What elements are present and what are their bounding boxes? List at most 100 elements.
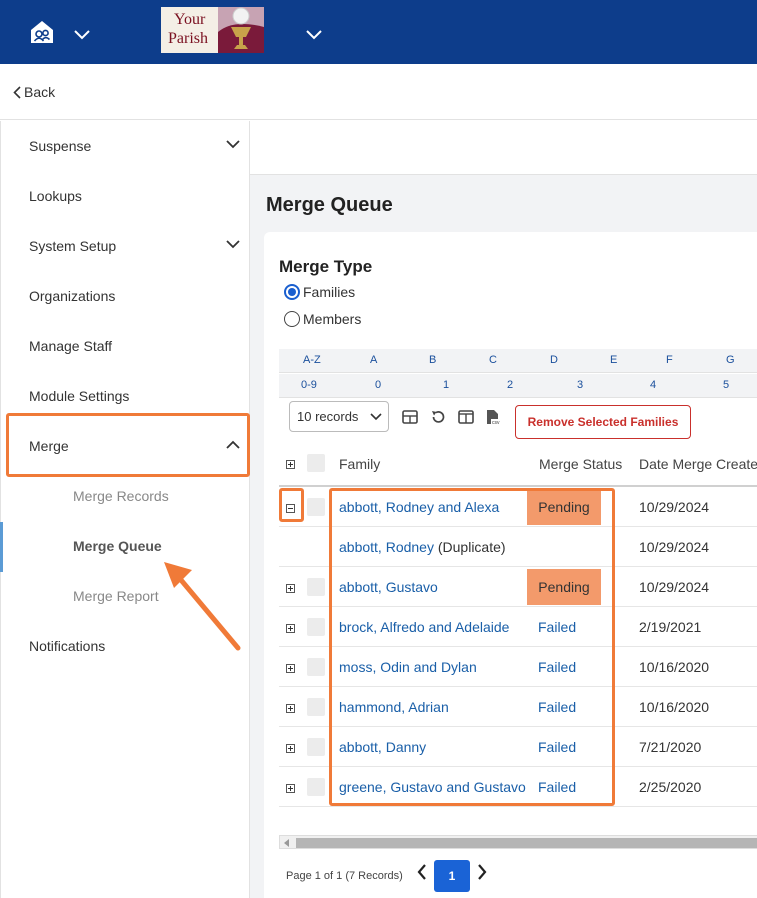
sidebar-item-label: Lookups xyxy=(29,188,82,204)
page-1-button[interactable]: 1 xyxy=(434,860,470,892)
scrollbar-thumb[interactable] xyxy=(296,838,757,848)
pager-summary: Page 1 of 1 (7 Records) xyxy=(286,870,403,882)
merge-status-text[interactable]: Failed xyxy=(538,609,576,645)
alpha-filter-3[interactable]: 3 xyxy=(577,379,583,391)
parish-logo[interactable]: Your Parish xyxy=(161,7,264,53)
family-link[interactable]: moss, Odin and Dylan xyxy=(339,659,477,675)
table-row: abbott, Rodney and Alexa Pending 10/29/2… xyxy=(279,487,757,527)
sidebar-item-notifications[interactable]: Notifications xyxy=(1,621,250,671)
alpha-filter-4[interactable]: 4 xyxy=(650,379,656,391)
column-header-merge-status[interactable]: Merge Status xyxy=(539,456,622,472)
family-link[interactable]: abbott, Danny xyxy=(339,739,426,755)
family-link[interactable]: abbott, Gustavo xyxy=(339,579,438,595)
radio-button xyxy=(284,311,300,327)
alpha-filter-1[interactable]: 1 xyxy=(443,379,449,391)
radio-members[interactable]: Members xyxy=(284,311,361,327)
main-top-bar xyxy=(250,121,757,175)
column-header-date-merge-created[interactable]: Date Merge Create xyxy=(639,456,757,472)
expand-row-icon[interactable] xyxy=(286,584,295,593)
back-link[interactable]: Back xyxy=(13,84,55,100)
alpha-filter-row-numbers: 0-9 0 1 2 3 4 5 xyxy=(279,374,757,398)
merge-date: 2/19/2021 xyxy=(639,619,702,635)
sidebar-subitem-label: Merge Records xyxy=(73,488,169,504)
csv-export-icon[interactable]: csv xyxy=(485,409,501,425)
merge-status-text[interactable]: Failed xyxy=(538,769,576,805)
row-checkbox[interactable] xyxy=(307,778,325,796)
svg-text:csv: csv xyxy=(492,420,500,425)
sidebar-item-label: System Setup xyxy=(29,238,117,254)
row-checkbox[interactable] xyxy=(307,698,325,716)
row-checkbox[interactable] xyxy=(307,658,325,676)
merge-status-badge: Pending xyxy=(527,489,601,525)
sidebar-subitem-merge-report[interactable]: Merge Report xyxy=(1,571,250,621)
row-checkbox[interactable] xyxy=(307,738,325,756)
prev-page-icon[interactable] xyxy=(415,862,429,882)
expand-row-icon[interactable] xyxy=(286,704,295,713)
chevron-left-icon xyxy=(13,85,21,99)
merge-status-text[interactable]: Failed xyxy=(538,729,576,765)
parish-home-icon[interactable] xyxy=(29,19,55,45)
family-link[interactable]: brock, Alfredo and Adelaide xyxy=(339,619,509,635)
alpha-filter-0[interactable]: 0 xyxy=(375,379,381,391)
next-page-icon[interactable] xyxy=(475,862,489,882)
sidebar-item-module-settings[interactable]: Module Settings xyxy=(1,371,250,421)
alpha-filter-2[interactable]: 2 xyxy=(507,379,513,391)
alpha-filter-e[interactable]: E xyxy=(610,354,617,366)
expand-row-icon[interactable] xyxy=(286,664,295,673)
family-link[interactable]: abbott, Rodney (Duplicate) xyxy=(339,539,506,555)
expand-row-icon[interactable] xyxy=(286,624,295,633)
merge-status-text[interactable]: Failed xyxy=(538,689,576,725)
alpha-filter-5[interactable]: 5 xyxy=(723,379,729,391)
alpha-filter-c[interactable]: C xyxy=(489,354,497,366)
row-checkbox[interactable] xyxy=(307,498,325,516)
alpha-filter-a[interactable]: A xyxy=(370,354,377,366)
scroll-left-icon[interactable] xyxy=(284,839,289,847)
sidebar-item-merge[interactable]: Merge xyxy=(1,421,250,471)
alpha-filter-0-9[interactable]: 0-9 xyxy=(301,379,317,391)
family-link[interactable]: greene, Gustavo and Gustavo xyxy=(339,779,526,795)
table-row: abbott, Gustavo Pending 10/29/2024 xyxy=(279,567,757,607)
expand-all-icon[interactable] xyxy=(286,460,295,469)
records-per-page-select[interactable]: 10 records xyxy=(289,401,389,432)
radio-families[interactable]: Families xyxy=(284,284,355,300)
row-checkbox[interactable] xyxy=(307,578,325,596)
sidebar-item-organizations[interactable]: Organizations xyxy=(1,271,250,321)
sidebar-item-label: Merge xyxy=(29,438,69,454)
select-all-checkbox[interactable] xyxy=(307,454,325,472)
collapse-row-icon[interactable] xyxy=(286,504,295,513)
sidebar-item-system-setup[interactable]: System Setup xyxy=(1,221,250,271)
table-row: abbott, Danny Failed 7/21/2020 xyxy=(279,727,757,767)
sidebar-subitem-merge-queue[interactable]: Merge Queue xyxy=(1,521,250,571)
alpha-filter-b[interactable]: B xyxy=(429,354,436,366)
horizontal-scrollbar[interactable] xyxy=(279,835,757,849)
reset-icon[interactable] xyxy=(430,409,446,425)
table-row: brock, Alfredo and Adelaide Failed 2/19/… xyxy=(279,607,757,647)
sidebar-item-lookups[interactable]: Lookups xyxy=(1,171,250,221)
table-view-icon[interactable] xyxy=(402,409,418,425)
sidebar-item-suspense[interactable]: Suspense xyxy=(1,121,250,171)
chevron-down-icon xyxy=(370,413,382,421)
sidebar-item-manage-staff[interactable]: Manage Staff xyxy=(1,321,250,371)
merge-status-text[interactable]: Failed xyxy=(538,649,576,685)
row-checkbox[interactable] xyxy=(307,618,325,636)
alpha-filter-row-letters: A-Z A B C D E F G xyxy=(279,349,757,373)
back-bar: Back xyxy=(0,64,757,120)
expand-row-icon[interactable] xyxy=(286,744,295,753)
alpha-filter-d[interactable]: D xyxy=(550,354,558,366)
sidebar-subitem-label: Merge Queue xyxy=(73,538,162,554)
family-link[interactable]: hammond, Adrian xyxy=(339,699,449,715)
expand-row-icon[interactable] xyxy=(286,784,295,793)
columns-icon[interactable] xyxy=(458,409,474,425)
alpha-filter-a-z[interactable]: A-Z xyxy=(303,354,321,366)
family-link[interactable]: abbott, Rodney and Alexa xyxy=(339,499,499,515)
alpha-filter-g[interactable]: G xyxy=(726,354,735,366)
logo-line1: Your xyxy=(174,11,206,28)
chevron-down-icon[interactable] xyxy=(74,27,90,40)
chevron-down-icon[interactable] xyxy=(306,27,322,40)
alpha-filter-f[interactable]: F xyxy=(666,354,673,366)
remove-selected-families-button[interactable]: Remove Selected Families xyxy=(515,405,691,439)
sidebar-subitem-merge-records[interactable]: Merge Records xyxy=(1,471,250,521)
chalice-image xyxy=(218,7,264,53)
sidebar-item-label: Module Settings xyxy=(29,388,130,404)
column-header-family[interactable]: Family xyxy=(339,456,380,472)
